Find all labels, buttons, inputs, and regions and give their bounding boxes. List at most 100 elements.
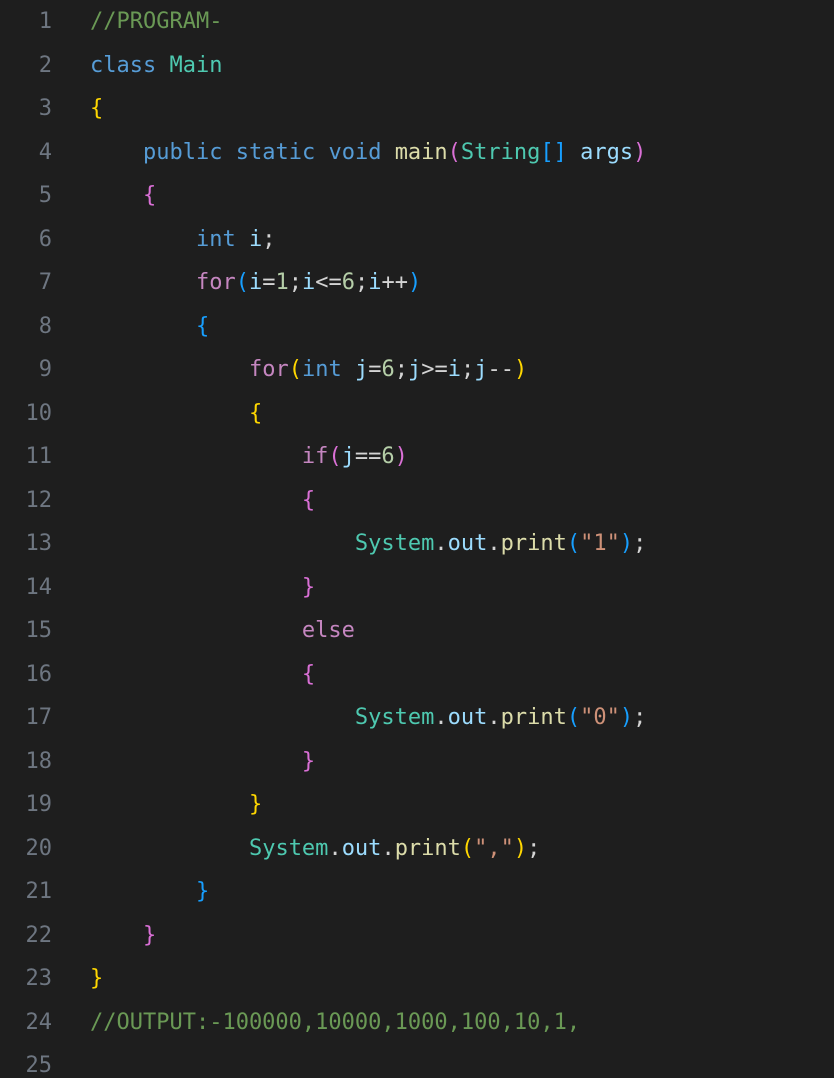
line-number: 2 — [38, 52, 52, 78]
code-line[interactable]: 9 for(int j=6;j>=i;j--) — [0, 348, 834, 392]
code-token: print — [500, 531, 567, 557]
code-line[interactable]: 12 { — [0, 479, 834, 523]
code-token: . — [434, 531, 448, 557]
code-token: for — [195, 270, 236, 296]
code-text: class Main — [52, 53, 222, 78]
line-number: 24 — [25, 1009, 53, 1035]
code-token: ( — [460, 835, 475, 861]
code-token: i — [301, 270, 316, 296]
code-line[interactable]: 3{ — [0, 87, 834, 131]
code-token: { — [301, 661, 316, 687]
code-token: { — [301, 487, 316, 513]
code-line[interactable]: 10 { — [0, 392, 834, 436]
code-token: ; — [633, 705, 647, 731]
code-token: } — [195, 879, 210, 905]
code-token: ; — [288, 270, 302, 296]
line-number: 1 — [38, 9, 52, 35]
code-line[interactable]: 13 System.out.print("1"); — [0, 522, 834, 566]
code-line[interactable]: 20 System.out.print(","); — [0, 827, 834, 871]
code-text: //PROGRAM- — [52, 9, 222, 34]
line-number: 12 — [25, 487, 53, 513]
code-token: . — [434, 705, 448, 731]
code-text: for(int j=6;j>=i;j--) — [52, 357, 527, 382]
code-token: 6 — [381, 357, 395, 383]
line-number: 23 — [25, 966, 53, 992]
code-token: { — [90, 96, 104, 122]
code-line[interactable]: 14 } — [0, 566, 834, 610]
code-line[interactable]: 2 class Main — [0, 44, 834, 88]
code-token: "," — [474, 835, 514, 861]
code-token: System — [354, 705, 435, 731]
code-line[interactable]: 24 //OUTPUT:-100000,10000,1000,100,10,1, — [0, 1001, 834, 1045]
code-token: if — [301, 444, 329, 470]
code-line[interactable]: 7 for(i=1;i<=6;i++) — [0, 261, 834, 305]
code-line[interactable]: 16 { — [0, 653, 834, 697]
code-line[interactable]: 11 if(j==6) — [0, 435, 834, 479]
code-token: ( — [566, 705, 581, 731]
code-token: i — [447, 357, 461, 383]
code-token: = — [368, 357, 382, 383]
code-token: [] — [540, 139, 567, 165]
code-text: System.out.print("1"); — [52, 531, 646, 556]
code-token: <= — [315, 270, 342, 296]
code-text: System.out.print("0"); — [52, 705, 646, 730]
code-line[interactable]: 6 int i; — [0, 218, 834, 262]
code-line[interactable]: 15 else — [0, 609, 834, 653]
code-token: ; — [394, 357, 408, 383]
code-token: ( — [288, 357, 302, 383]
code-token: static — [235, 139, 316, 165]
code-text: //OUTPUT:-100000,10000,1000,100,10,1, — [52, 1010, 580, 1035]
code-line[interactable]: 18 } — [0, 740, 834, 784]
line-number: 5 — [38, 183, 52, 209]
code-token: . — [487, 531, 501, 557]
code-line[interactable]: 5 { — [0, 174, 834, 218]
line-number: 16 — [25, 661, 53, 687]
code-token: >= — [421, 357, 448, 383]
code-token: Main — [169, 52, 223, 78]
code-token: j — [474, 357, 488, 383]
code-text: { — [52, 96, 103, 121]
code-line[interactable]: 1 //PROGRAM- — [0, 0, 834, 44]
code-line[interactable]: 23} — [0, 957, 834, 1001]
code-line[interactable]: 8 { — [0, 305, 834, 349]
code-token: print — [500, 705, 567, 731]
code-token: out — [341, 835, 382, 861]
line-number: 8 — [38, 313, 52, 339]
code-token: System — [354, 531, 435, 557]
code-line[interactable]: 25 — [0, 1044, 834, 1078]
code-text: if(j==6) — [52, 444, 408, 469]
code-token: 6 — [341, 270, 355, 296]
code-line[interactable]: 17 System.out.print("0"); — [0, 696, 834, 740]
code-line[interactable]: 19 } — [0, 783, 834, 827]
code-editor[interactable]: 1//PROGRAM- 2 class Main 3{4 public static … — [0, 0, 834, 1078]
code-token: } — [301, 748, 316, 774]
code-line[interactable]: 22 } — [0, 914, 834, 958]
code-line[interactable]: 21 } — [0, 870, 834, 914]
code-token: ; — [633, 531, 647, 557]
code-token: { — [248, 400, 263, 426]
code-token: { — [142, 183, 157, 209]
code-line[interactable]: 4 public static void main(String[] args) — [0, 131, 834, 175]
code-token: ) — [619, 531, 634, 557]
line-number: 21 — [25, 879, 53, 905]
code-token: . — [328, 835, 342, 861]
code-token: void — [328, 139, 382, 165]
code-text: System.out.print(","); — [52, 836, 540, 861]
code-token: String — [460, 139, 541, 165]
line-number: 4 — [38, 139, 52, 165]
